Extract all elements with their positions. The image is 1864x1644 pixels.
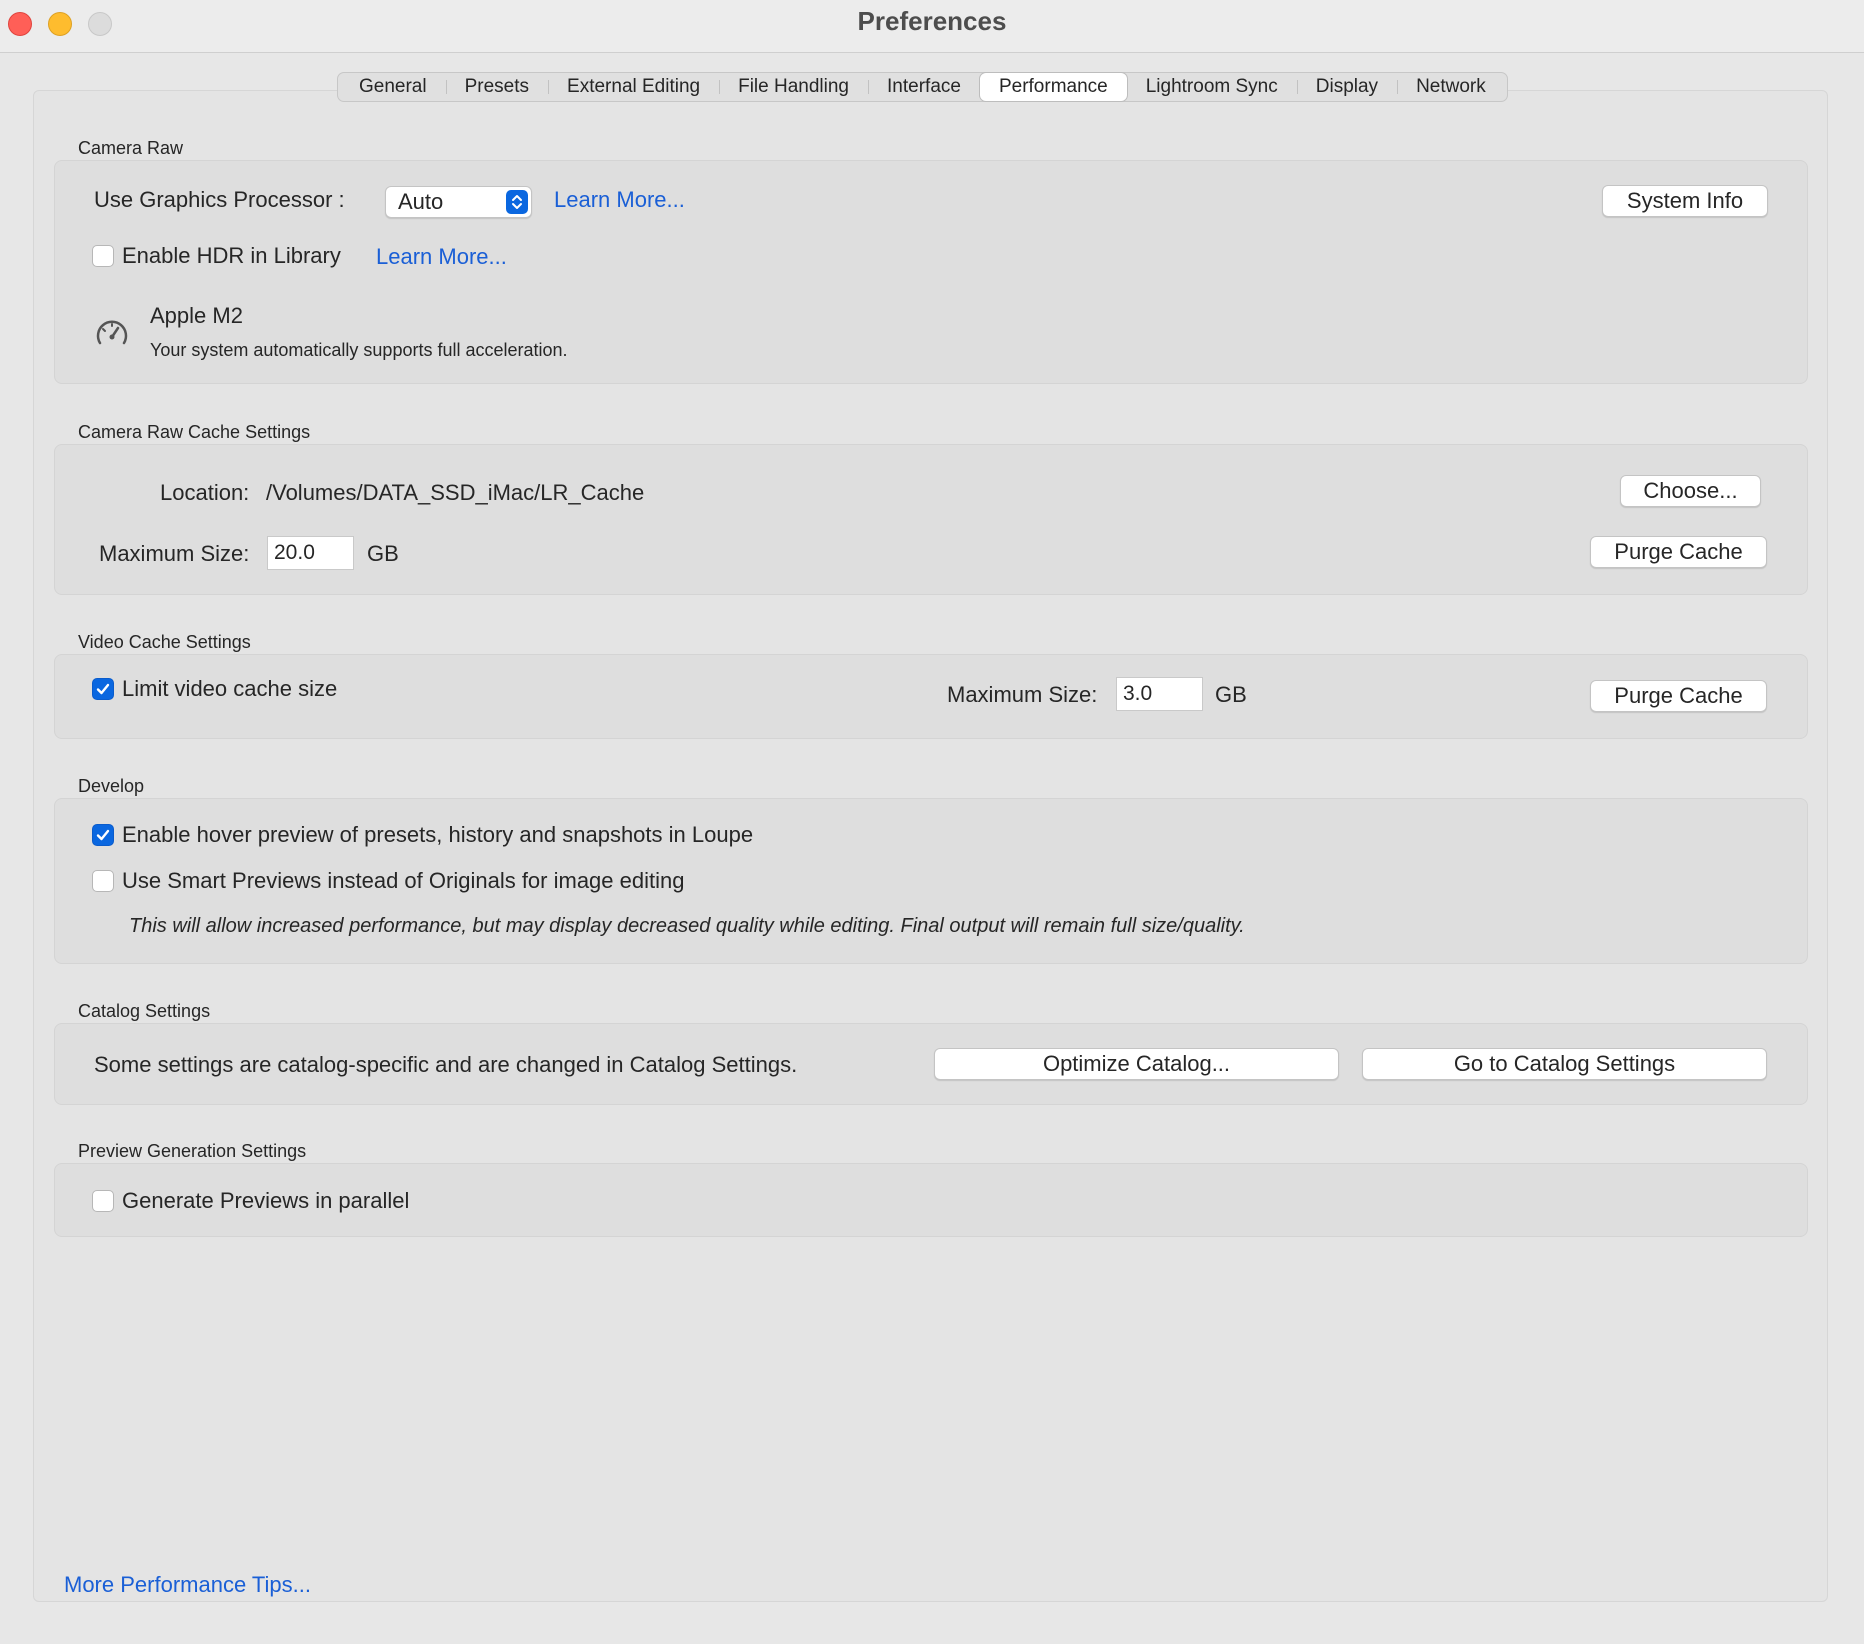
limit-video-cache-label: Limit video cache size [122,676,338,701]
cache-group: Location: /Volumes/DATA_SSD_iMac/LR_Cach… [54,444,1808,595]
generate-parallel-checkbox[interactable] [92,1190,114,1212]
optimize-catalog-button[interactable]: Optimize Catalog... [934,1048,1339,1080]
gpu-learn-more-link[interactable]: Learn More... [554,187,685,213]
checkmark-icon [96,829,110,841]
cache-max-size-label: Maximum Size: [99,541,250,566]
title-bar: Preferences [0,0,1864,53]
tab-interface[interactable]: Interface [868,73,980,101]
develop-group: Enable hover preview of presets, history… [54,798,1808,964]
tab-display[interactable]: Display [1296,73,1397,101]
video-max-size-label: Maximum Size: [947,682,1098,707]
location-label: Location: [160,480,250,505]
window-title: Preferences [857,6,1007,36]
gpu-label: Use Graphics Processor : [94,187,345,212]
develop-section-label: Develop [78,776,145,796]
tab-general[interactable]: General [340,73,446,101]
video-size-unit: GB [1215,682,1247,707]
tab-bar: General Presets External Editing File Ha… [337,72,1508,102]
choose-location-button[interactable]: Choose... [1620,475,1761,507]
catalog-section-label: Catalog Settings [78,1001,211,1021]
hdr-learn-more-link[interactable]: Learn More... [376,244,507,270]
enable-hdr-label: Enable HDR in Library [122,243,341,268]
smart-previews-checkbox[interactable] [92,870,114,892]
performance-tips-link[interactable]: More Performance Tips... [64,1572,311,1598]
gpu-select-value: Auto [398,189,444,214]
enable-hdr-checkbox[interactable] [92,245,114,267]
catalog-description: Some settings are catalog-specific and a… [94,1052,798,1077]
gauge-icon [94,315,130,351]
system-info-button[interactable]: System Info [1602,185,1768,217]
video-cache-section-label: Video Cache Settings [78,632,251,652]
video-max-size-input[interactable] [1116,677,1203,711]
checkmark-icon [96,683,110,695]
go-to-catalog-settings-button[interactable]: Go to Catalog Settings [1362,1048,1767,1080]
cache-max-size-input[interactable] [267,536,354,570]
cache-section-label: Camera Raw Cache Settings [78,422,311,442]
catalog-group: Some settings are catalog-specific and a… [54,1023,1808,1105]
preview-group: Generate Previews in parallel [54,1163,1808,1237]
tab-presets[interactable]: Presets [445,73,548,101]
preview-section-label: Preview Generation Settings [78,1141,307,1161]
generate-parallel-label: Generate Previews in parallel [122,1188,410,1213]
smart-previews-note: This will allow increased performance, b… [129,915,1245,937]
gpu-name: Apple M2 [150,303,243,328]
updown-chevron-icon [506,190,528,214]
tab-performance[interactable]: Performance [979,73,1127,101]
tab-external-editing[interactable]: External Editing [548,73,719,101]
location-value: /Volumes/DATA_SSD_iMac/LR_Cache [266,480,645,505]
tab-file-handling[interactable]: File Handling [719,73,868,101]
purge-cache-button[interactable]: Purge Cache [1590,536,1767,568]
gpu-status-text: Your system automatically supports full … [150,340,568,360]
limit-video-cache-checkbox[interactable] [92,678,114,700]
video-cache-group: Limit video cache size Maximum Size: GB … [54,654,1808,739]
camera-raw-group: Use Graphics Processor : Auto Learn More… [54,160,1808,384]
camera-raw-section-label: Camera Raw [78,138,184,158]
hover-preview-checkbox[interactable] [92,824,114,846]
hover-preview-label: Enable hover preview of presets, history… [122,822,754,847]
purge-video-cache-button[interactable]: Purge Cache [1590,680,1767,712]
tab-lightroom-sync[interactable]: Lightroom Sync [1127,73,1297,101]
tab-network[interactable]: Network [1397,73,1505,101]
gpu-select[interactable]: Auto [385,186,532,218]
cache-size-unit: GB [367,541,399,566]
smart-previews-label: Use Smart Previews instead of Originals … [122,868,685,893]
